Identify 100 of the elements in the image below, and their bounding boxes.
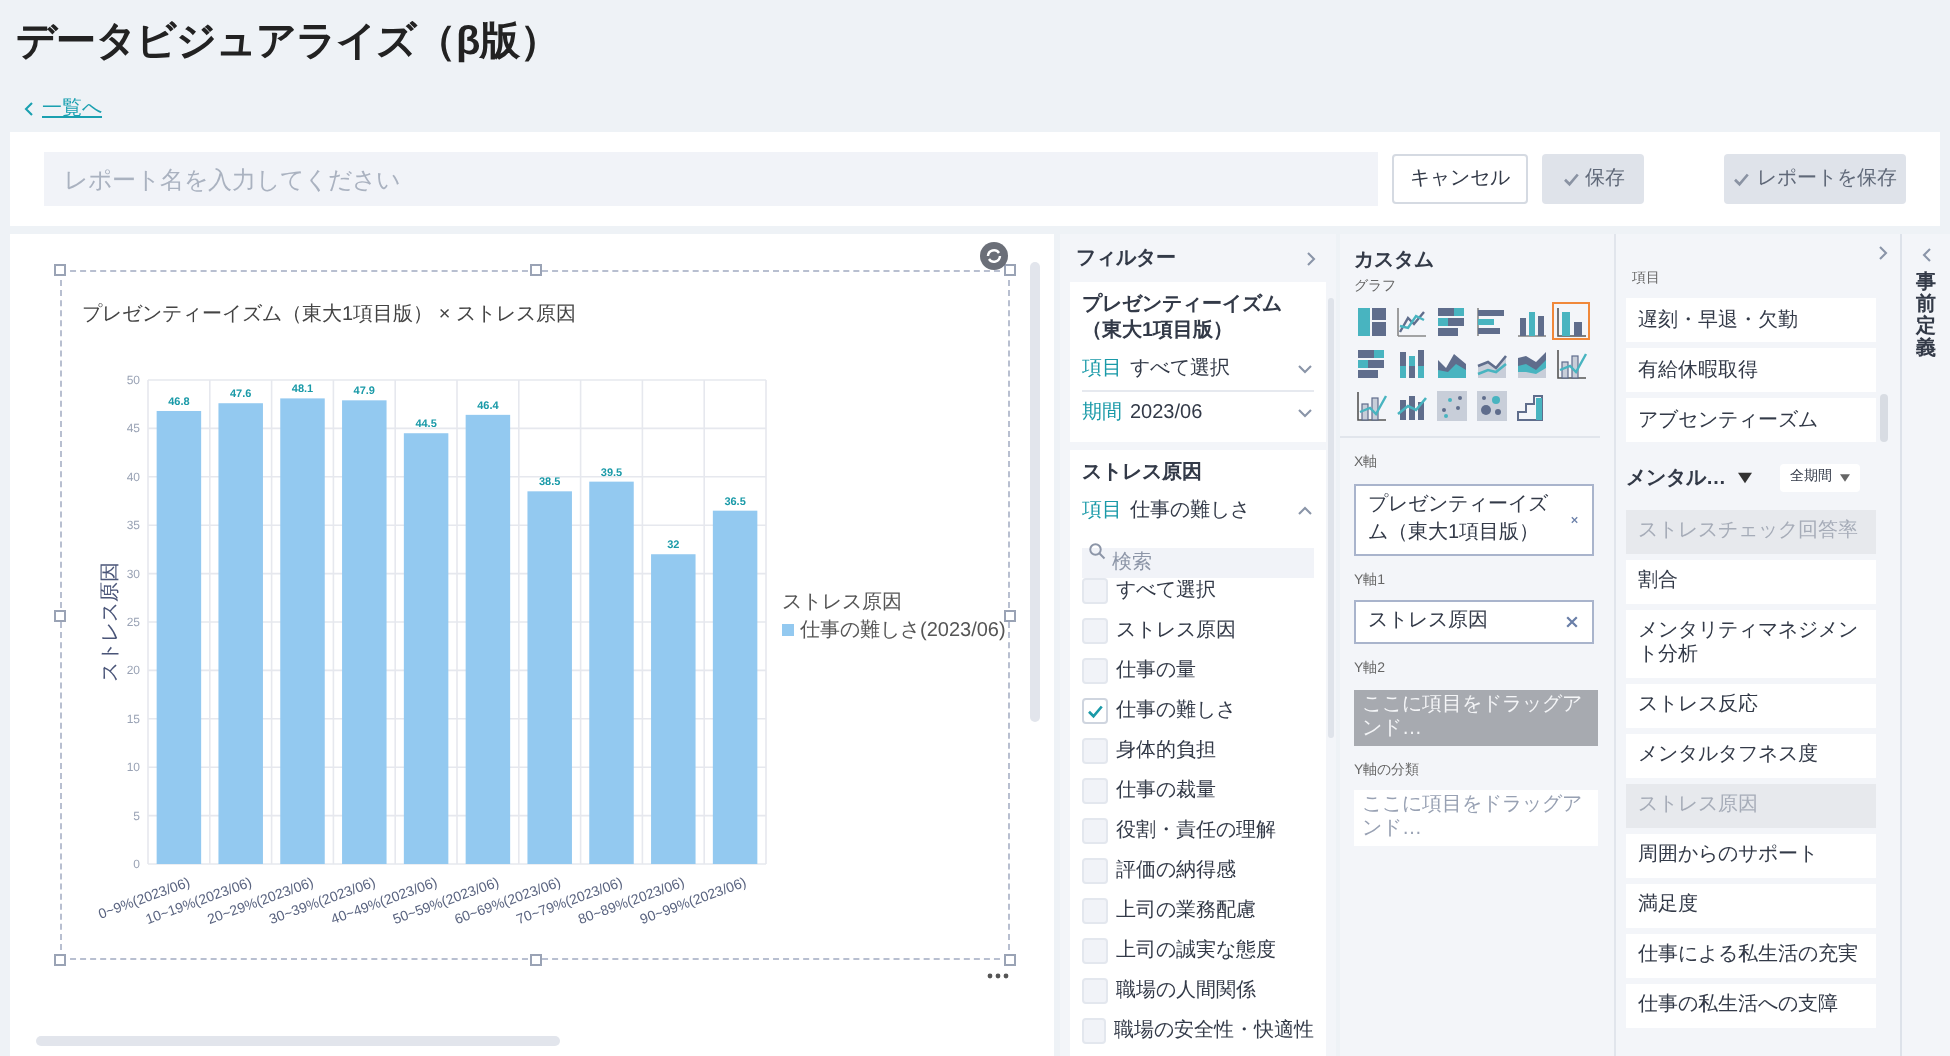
panel-title: カスタム xyxy=(1352,248,1436,276)
resize-handle[interactable] xyxy=(529,264,541,276)
option-label: 仕事の量 xyxy=(1116,657,1196,685)
checkbox[interactable] xyxy=(1082,737,1108,763)
resize-handle[interactable] xyxy=(54,954,66,966)
chart-type-button[interactable] xyxy=(1352,344,1390,382)
resize-handle[interactable] xyxy=(54,264,66,276)
list-item[interactable]: 割合 xyxy=(1626,560,1876,604)
chart-type-button[interactable] xyxy=(1392,302,1430,340)
caret-icon xyxy=(1738,472,1752,484)
field-label: 項目 xyxy=(1082,356,1122,384)
chart-icon xyxy=(1395,347,1427,379)
chart-icon xyxy=(1555,305,1587,337)
legend-swatch xyxy=(782,624,794,636)
chart-type-button[interactable] xyxy=(1352,386,1390,424)
resize-handle[interactable] xyxy=(529,954,541,966)
filter-dropdown[interactable]: 項目 すべて選択 xyxy=(1082,348,1314,390)
axis-field[interactable]: プレゼンティーイズム（東大1項目版） xyxy=(1354,483,1594,555)
checkbox[interactable] xyxy=(1082,817,1108,843)
resize-handle[interactable] xyxy=(1004,954,1016,966)
chart-icon xyxy=(1515,347,1547,379)
field-value: すべて選択 xyxy=(1130,356,1230,384)
list-item[interactable]: 仕事の私生活への支障 xyxy=(1626,984,1876,1028)
option-label: 仕事の裁量 xyxy=(1116,777,1216,805)
check-icon xyxy=(1561,170,1580,188)
category-title: メンタル… xyxy=(1626,465,1726,493)
chevron-down-icon xyxy=(1296,403,1314,421)
list-item[interactable]: アブセンティーズム xyxy=(1626,398,1876,442)
side-tab[interactable]: 事前定義 xyxy=(1900,234,1950,1056)
chart-type-button[interactable] xyxy=(1352,302,1390,340)
checkbox[interactable] xyxy=(1082,617,1108,643)
filter-title: プレゼンティーイズム（東大1項目版） xyxy=(1082,292,1284,344)
filter-dropdown[interactable]: 期間 2023/06 xyxy=(1082,390,1314,432)
cancel-button[interactable]: キャンセル xyxy=(1392,154,1529,204)
legend-title: ストレス原因 xyxy=(782,592,902,614)
resize-handle[interactable] xyxy=(54,609,66,621)
option-label: 評価の納得感 xyxy=(1116,857,1236,885)
close-icon xyxy=(1570,511,1580,527)
chart-type-button[interactable] xyxy=(1432,386,1470,424)
checkbox[interactable] xyxy=(1082,977,1108,1003)
option-label: 役割・責任の理解 xyxy=(1116,817,1276,845)
option-label: 上司の誠実な態度 xyxy=(1116,937,1276,965)
chevron-left-icon xyxy=(20,99,38,117)
list-item[interactable]: 周囲からのサポート xyxy=(1626,834,1876,878)
checkbox[interactable] xyxy=(1082,577,1108,603)
field-value: 2023/06 xyxy=(1130,399,1203,427)
option-label: 上司の業務配慮 xyxy=(1116,897,1256,925)
chart-icon xyxy=(1515,389,1547,421)
chart-type-button[interactable] xyxy=(1552,302,1590,340)
chart-icon xyxy=(1475,389,1507,421)
list-item[interactable]: 遅刻・早退・欠勤 xyxy=(1626,298,1876,342)
list-item[interactable]: 満足度 xyxy=(1626,884,1876,928)
list-item[interactable]: メンタリティマネジメント分析 xyxy=(1626,610,1876,678)
search-field[interactable]: 検索 xyxy=(1082,548,1314,578)
chart-icon xyxy=(1555,347,1587,379)
checkbox[interactable] xyxy=(1082,657,1108,683)
filter-dropdown[interactable]: 項目 仕事の難しさ xyxy=(1082,490,1314,532)
panel-title: フィルター xyxy=(1076,245,1176,273)
report-name-field[interactable]: レポート名を入力してください xyxy=(44,152,1379,206)
list-item[interactable]: メンタルタフネス度 xyxy=(1626,734,1876,778)
refresh-icon xyxy=(980,242,1008,270)
field-label: 期間 xyxy=(1082,399,1122,427)
resize-handle[interactable] xyxy=(1004,264,1016,276)
check-icon xyxy=(1086,701,1104,719)
chart-icon xyxy=(1355,305,1387,337)
resize-handle[interactable] xyxy=(1004,609,1016,621)
chart-type-button[interactable] xyxy=(1472,302,1510,340)
checkbox[interactable] xyxy=(1082,1017,1106,1043)
checkbox[interactable] xyxy=(1082,857,1108,883)
list-item[interactable]: 仕事による私生活の充実 xyxy=(1626,934,1876,978)
option-label: 仕事の難しさ xyxy=(1116,697,1236,725)
option-label: 職場の人間関係 xyxy=(1116,977,1256,1005)
checkbox[interactable] xyxy=(1082,697,1108,723)
chart-icon xyxy=(1435,305,1467,337)
chart-type-button[interactable] xyxy=(1472,386,1510,424)
chevron-left-icon xyxy=(1917,246,1935,264)
checkbox[interactable] xyxy=(1082,777,1108,803)
page-title: データビジュアライズ（β版） xyxy=(16,18,561,68)
search-icon xyxy=(1088,542,1106,560)
side-tab-label: 事前定義 xyxy=(1916,272,1936,360)
scrollbar[interactable] xyxy=(36,1036,560,1046)
field-label: 項目 xyxy=(1082,498,1122,526)
checkbox[interactable] xyxy=(1082,937,1108,963)
chart-icon xyxy=(1435,389,1467,421)
chevron-right-icon xyxy=(1302,249,1320,267)
axis-field[interactable]: ストレス原因 xyxy=(1354,600,1594,644)
chart-type-button[interactable] xyxy=(1552,344,1590,382)
checkbox[interactable] xyxy=(1082,897,1108,923)
more-icon xyxy=(986,972,1010,980)
close-icon xyxy=(1564,614,1580,630)
option-label: 職場の安全性・快適性 xyxy=(1114,1017,1314,1045)
chart-icon xyxy=(1475,305,1507,337)
list-item[interactable]: ストレス反応 xyxy=(1626,684,1876,728)
list-item[interactable]: 有給休暇取得 xyxy=(1626,348,1876,392)
field-value: 仕事の難しさ xyxy=(1130,497,1250,526)
chevron-down-icon xyxy=(1296,360,1314,378)
chart-type-button[interactable] xyxy=(1432,302,1470,340)
check-icon xyxy=(1732,170,1751,188)
chart-icon xyxy=(1395,305,1427,337)
scrollbar[interactable] xyxy=(1030,262,1040,722)
